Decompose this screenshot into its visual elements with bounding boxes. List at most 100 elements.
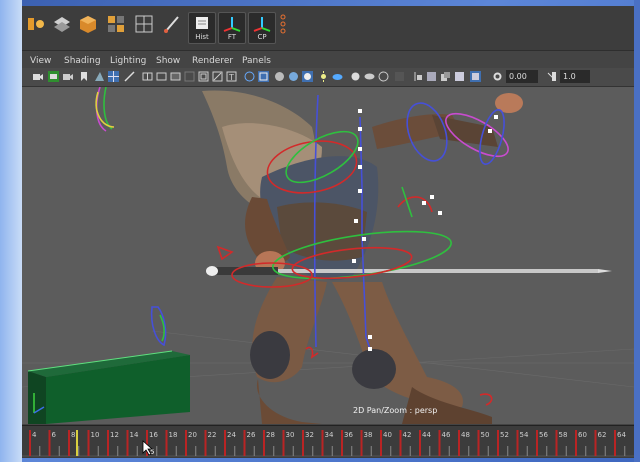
- timeline-tick-label: 24: [227, 431, 236, 439]
- gamma-field[interactable]: 1.0: [560, 70, 590, 83]
- paint-brush-icon[interactable]: [160, 12, 184, 36]
- menu-lighting[interactable]: Lighting: [110, 54, 146, 68]
- ft-button[interactable]: FT: [218, 12, 246, 44]
- perspective-viewport[interactable]: 2D Pan/Zoom : persp: [22, 87, 634, 424]
- timeline-tick-label: 52: [500, 431, 509, 439]
- camera-icon[interactable]: [32, 71, 43, 82]
- grid-pattern-icon[interactable]: [104, 12, 128, 36]
- keyframe-marker[interactable]: [360, 430, 363, 456]
- depth-of-field-icon[interactable]: [394, 71, 405, 82]
- motion-blur-icon[interactable]: [364, 71, 375, 82]
- timeline-tick-label: 14: [130, 431, 139, 439]
- menu-renderer[interactable]: Renderer: [192, 54, 233, 68]
- timeline-tick-label: 12: [110, 431, 119, 439]
- isolate-select-icon[interactable]: [244, 71, 255, 82]
- safe-title-icon[interactable]: [212, 71, 223, 82]
- film-gate-icon[interactable]: [156, 71, 167, 82]
- gate-mask-icon[interactable]: [170, 71, 181, 82]
- image-plane-icon[interactable]: [94, 71, 105, 82]
- keyframe-marker[interactable]: [341, 430, 343, 456]
- timeline-tick-label: 50: [481, 431, 490, 439]
- keyframe-marker[interactable]: [575, 430, 577, 456]
- bookmark-camera-icon[interactable]: [62, 71, 73, 82]
- menu-shading[interactable]: Shading: [64, 54, 101, 68]
- shadows-icon[interactable]: [332, 71, 343, 82]
- keyframe-marker[interactable]: [614, 430, 616, 456]
- timeline-tick-label: 42: [403, 431, 412, 439]
- hist-label: Hist: [195, 33, 209, 41]
- keyframe-marker[interactable]: [399, 430, 402, 456]
- keyframe-marker[interactable]: [302, 430, 304, 456]
- joint-tool-icon[interactable]: [24, 12, 48, 36]
- keyframe-marker[interactable]: [48, 430, 51, 456]
- wireframe-toggle-icon[interactable]: [258, 71, 269, 82]
- wire-on-shaded-icon[interactable]: [288, 71, 299, 82]
- timeline-tick-label: 38: [364, 431, 373, 439]
- time-slider[interactable]: 4 6 8 10 12 14 16 18 20 22 24 26 28 30 32 34 36 38 40 42 44 4…: [22, 425, 634, 458]
- keyframe-marker[interactable]: [263, 430, 265, 456]
- timeline-tick-label: 10: [91, 431, 100, 439]
- pencil-icon[interactable]: [124, 71, 135, 82]
- field-chart-icon[interactable]: [184, 71, 195, 82]
- keyframe-marker[interactable]: [497, 430, 499, 456]
- smooth-shade-icon[interactable]: [274, 71, 285, 82]
- gamma-icon[interactable]: [546, 71, 557, 82]
- menu-show[interactable]: Show: [156, 54, 180, 68]
- keyframe-marker[interactable]: [87, 430, 90, 456]
- keyframe-marker[interactable]: [477, 430, 480, 456]
- keyframe-marker[interactable]: [29, 430, 31, 456]
- hud-toggle-icon[interactable]: [470, 71, 481, 82]
- keyframe-marker[interactable]: [536, 430, 538, 456]
- keyframe-marker[interactable]: [107, 430, 109, 456]
- timeline-tick-label: 6: [52, 431, 57, 439]
- camera-attributes-icon[interactable]: [48, 71, 59, 82]
- text-t-icon[interactable]: T: [226, 71, 237, 82]
- keyframe-marker[interactable]: [204, 430, 207, 456]
- keyframe-marker[interactable]: [282, 430, 285, 456]
- grid-icon[interactable]: [132, 12, 156, 36]
- textured-icon[interactable]: [302, 71, 313, 82]
- menu-view[interactable]: View: [30, 54, 51, 68]
- cube-icon[interactable]: [76, 12, 100, 36]
- exposure-icon[interactable]: [492, 71, 503, 82]
- time-slider-track[interactable]: 4 6 8 10 12 14 16 18 20 22 24 26 28 30 32 34 36 38 40 42 44 4…: [22, 426, 634, 458]
- resolution-gate-icon[interactable]: [142, 71, 153, 82]
- keyframe-marker[interactable]: [380, 430, 382, 456]
- lights-icon[interactable]: [318, 71, 329, 82]
- xray-icon[interactable]: [426, 71, 437, 82]
- ambient-occlusion-icon[interactable]: [350, 71, 361, 82]
- keyframe-marker[interactable]: [224, 430, 226, 456]
- keyframe-marker[interactable]: [185, 430, 187, 456]
- timeline-tick-label: 54: [520, 431, 529, 439]
- timeline-tick-label: 40: [383, 431, 392, 439]
- keyframe-marker[interactable]: [516, 430, 519, 456]
- keyframe-marker[interactable]: [458, 430, 460, 456]
- keyframe-marker[interactable]: [126, 430, 129, 456]
- hist-button[interactable]: Hist: [188, 12, 216, 44]
- keyframe-marker[interactable]: [555, 430, 558, 456]
- layers-icon[interactable]: [50, 12, 74, 36]
- timeline-tick-label: 16: [149, 431, 158, 439]
- exposure-field[interactable]: 0.00: [506, 70, 538, 83]
- anti-aliasing-icon[interactable]: [378, 71, 389, 82]
- keyframe-marker[interactable]: [419, 430, 421, 456]
- timeline-tick-label: 36: [344, 431, 353, 439]
- bookmark-icon[interactable]: [78, 71, 89, 82]
- keyframe-marker[interactable]: [243, 430, 246, 456]
- menu-panels[interactable]: Panels: [242, 54, 271, 68]
- xray-joints-icon[interactable]: [440, 71, 451, 82]
- grid-toggle-icon[interactable]: [108, 71, 119, 82]
- shelf-options-icon[interactable]: [276, 12, 290, 36]
- keyframe-marker[interactable]: [68, 430, 70, 456]
- timeline-tick-label: 56: [539, 431, 548, 439]
- keyframe-marker[interactable]: [594, 430, 597, 456]
- keyframe-marker[interactable]: [438, 430, 441, 456]
- xray-components-icon[interactable]: [454, 71, 465, 82]
- screen-bezel-left: [0, 0, 22, 462]
- timeline-playhead[interactable]: [76, 430, 78, 456]
- safe-action-icon[interactable]: [198, 71, 209, 82]
- cp-button[interactable]: CP: [248, 12, 276, 44]
- isolate-icon[interactable]: [412, 71, 423, 82]
- keyframe-marker[interactable]: [165, 430, 168, 456]
- keyframe-marker[interactable]: [321, 430, 324, 456]
